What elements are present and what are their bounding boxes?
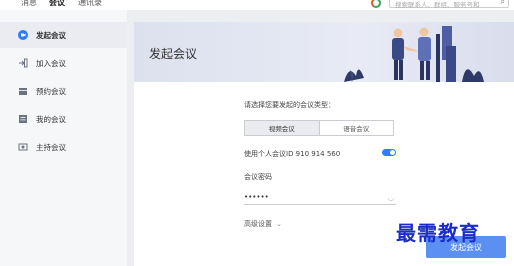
handshake-illustration: [344, 26, 484, 82]
sidebar-item-host-meeting[interactable]: 主持会议: [0, 134, 127, 160]
tab-contacts[interactable]: 通讯录: [78, 0, 102, 8]
watermark: 最需教育: [396, 221, 480, 245]
sidebar-item-label: 预约会议: [36, 86, 66, 96]
password-value: ••••••: [244, 193, 269, 201]
sidebar: 发起会议 加入会议 预约会议 我的会议 主持会议: [0, 10, 127, 266]
advanced-settings-label: 高级设置: [244, 220, 272, 228]
password-label: 会议密码: [244, 173, 272, 181]
sidebar-item-label: 主持会议: [36, 142, 66, 152]
meeting-type-selector: 视频会议 语音会议: [244, 120, 394, 136]
sidebar-item-join-meeting[interactable]: 加入会议: [0, 50, 127, 76]
chevron-down-icon: ⌄: [276, 220, 282, 228]
sidebar-item-my-meetings[interactable]: 我的会议: [0, 106, 127, 132]
sidebar-item-label: 加入会议: [36, 58, 66, 68]
host-icon: [18, 143, 28, 151]
calendar-icon: [19, 88, 27, 95]
sidebar-item-label: 我的会议: [36, 114, 66, 124]
tab-meetings[interactable]: 会议: [49, 0, 65, 8]
top-bar: 消息 会议 通讯录 搜索联系人、群组、服务号和 ⌕: [0, 0, 514, 10]
search-input[interactable]: 搜索联系人、群组、服务号和 ⌕: [389, 0, 509, 9]
sidebar-item-schedule-meeting[interactable]: 预约会议: [0, 78, 127, 104]
sidebar-item-start-meeting[interactable]: 发起会议: [0, 22, 127, 48]
personal-id-toggle[interactable]: [382, 149, 396, 156]
advanced-settings-toggle[interactable]: 高级设置 ⌄: [244, 219, 282, 229]
sidebar-item-label: 发起会议: [36, 30, 66, 40]
tab-messages[interactable]: 消息: [21, 0, 37, 8]
banner: 发起会议: [134, 22, 514, 82]
video-meeting-option[interactable]: 视频会议: [245, 121, 319, 135]
list-icon: [19, 115, 27, 123]
voice-meeting-option[interactable]: 语音会议: [318, 121, 394, 135]
join-icon: [19, 58, 28, 68]
page-title: 发起会议: [149, 47, 198, 61]
eye-icon[interactable]: ◡: [388, 194, 394, 202]
search-icon[interactable]: ⌕: [501, 0, 505, 7]
video-icon: [18, 30, 28, 40]
password-field[interactable]: •••••• ◡: [244, 193, 396, 205]
status-icon[interactable]: [371, 0, 381, 8]
personal-id-label: 使用个人会议ID 910 914 560: [244, 150, 341, 158]
meeting-type-prompt: 请选择您要发起的会议类型：: [244, 101, 335, 109]
